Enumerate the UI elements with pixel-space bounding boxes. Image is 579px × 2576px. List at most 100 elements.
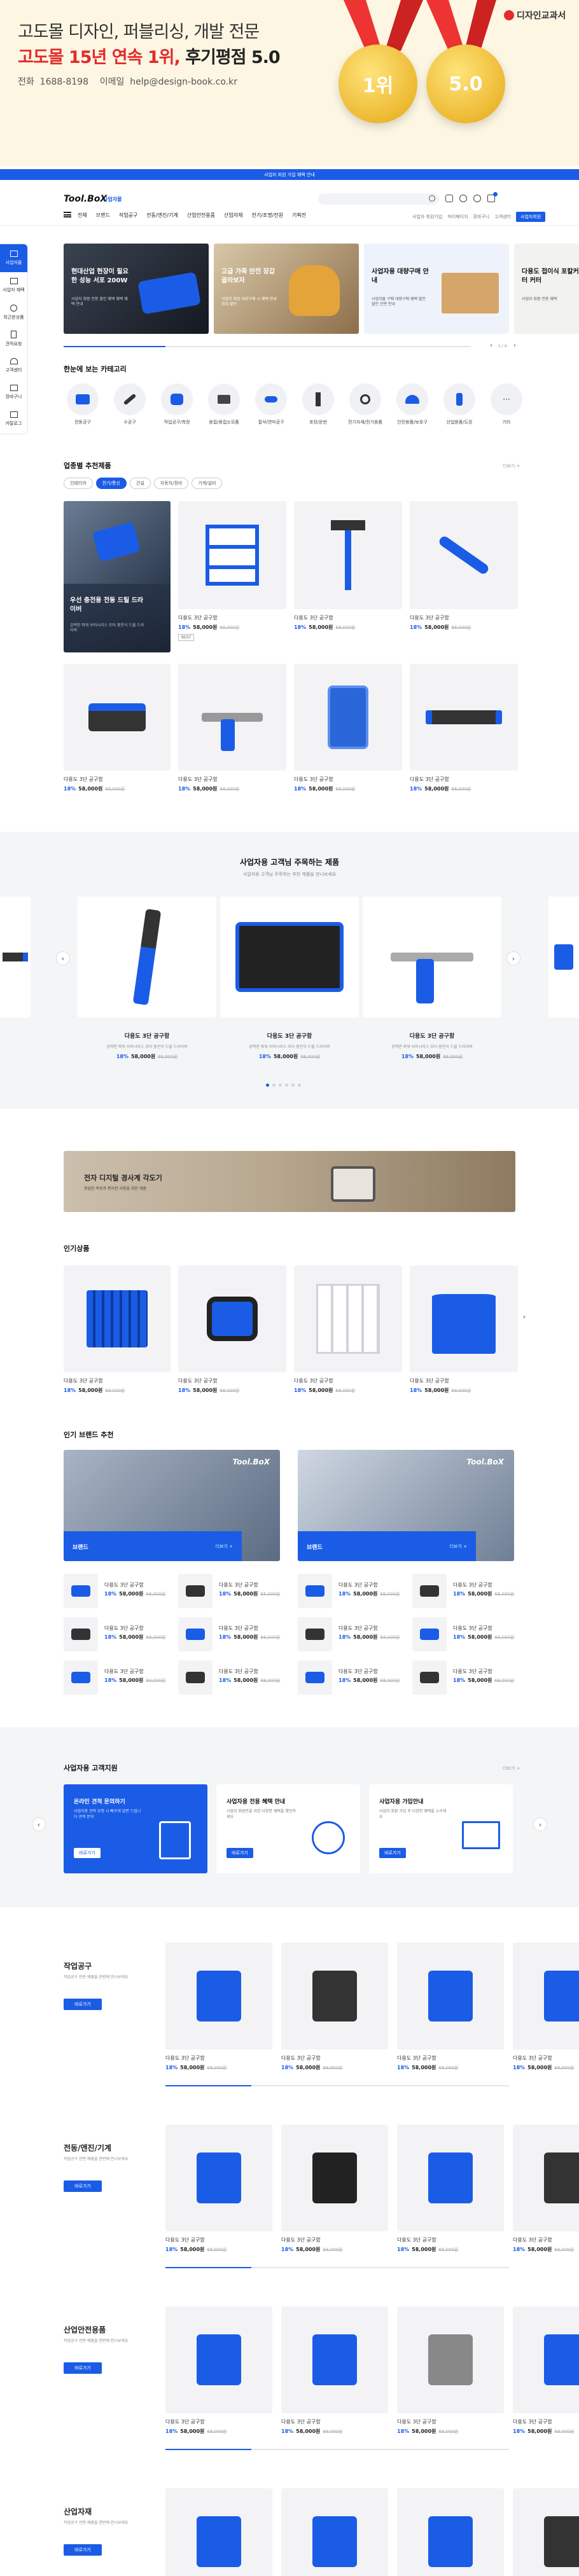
recommend-product-card[interactable]: 다용도 3단 공구함 18% 58,000원 68,000원 [294,501,402,631]
featured-next-button[interactable]: › [506,951,520,965]
brand-product-item[interactable]: 다용도 3단 공구함 18% 58,000원 68,000원 [412,1660,517,1695]
popular-card[interactable]: 다용도 3단 공구함 18% 58,000원 68,000원 [294,1265,402,1394]
nav-item[interactable]: 전동/엔진/기계 [146,212,178,219]
recommend-product-card[interactable]: 다용도 3단 공구함 18% 58,000원 68,000원 [410,501,518,631]
category-product-card[interactable]: 다용도 3단 공구함 18%58,000원68,000원 [165,2125,272,2253]
hero-slide[interactable]: 고급 가죽 안전 장갑 골라보자 사업자 회원 대량구매 시 혜택 안내 최대 … [214,244,359,334]
category-product-card[interactable]: 다용도 3단 공구함 18%58,000원68,000원 [165,2488,272,2576]
recommend-banner[interactable]: 우선 충전용 전동 드릴 드라이버 강력한 파워 브러시리스 모터 충전식 드릴… [64,501,171,652]
search-input[interactable] [318,193,439,205]
featured-prev-button[interactable]: ‹ [56,951,70,965]
sidebar-item-cart[interactable]: 장바구니 [0,379,27,406]
category-product-card[interactable]: 다용도 3단 공구함 18%58,000원68,000원 [397,2488,504,2576]
sidebar-item-mall[interactable]: 사업자몰 [0,244,27,272]
category-section-button[interactable]: 바로가기 [64,2544,102,2556]
category-product-card[interactable]: 다용도 3단 공구함 18%58,000원68,000원 [397,2306,504,2435]
category-item[interactable]: 전동공구 [61,383,104,425]
brand-product-item[interactable]: 다용도 3단 공구함 18% 58,000원 68,000원 [412,1617,517,1651]
category-product-card[interactable]: 다용도 3단 공구함 18%58,000원68,000원 [281,2488,388,2576]
brand-product-item[interactable]: 다용도 3단 공구함 18% 58,000원 68,000원 [298,1660,403,1695]
tab-industry[interactable]: 자동차/정비 [153,478,189,489]
category-product-card[interactable]: 다용도 3단 공구함 18%58,000원68,000원 [397,1943,504,2071]
hero-slide[interactable]: 다용도 접이식 포칼커터 커터 사업자 회원 전용 혜택 [514,244,579,334]
featured-card[interactable]: 다용도 3단 공구함 강력한 파워 브러시리스 모터 충전식 드릴 드라이버 1… [78,897,216,1060]
brand-card[interactable]: Tool.BoX 브랜드 더보기 + [298,1450,514,1561]
sidebar-item-cs[interactable]: 고객센터 [0,352,27,379]
recommend-product-card[interactable]: 다용도 3단 공구함 18% 58,000원 68,000원 [178,664,286,792]
category-item[interactable]: 전기자재/전기용품 [344,383,387,425]
recommend-product-card[interactable]: 다용도 3단 공구함 18% 58,000원 68,000원 [294,664,402,792]
category-item[interactable]: 절삭/연마공구 [249,383,293,425]
tab-industry[interactable]: 건설 [129,478,151,489]
category-product-card[interactable]: 다용도 3단 공구함 18%58,000원68,000원 [281,2125,388,2253]
nav-item[interactable]: 전체 [78,212,87,219]
util-link[interactable]: 사업자 회원가입 [412,214,442,220]
nav-item[interactable]: 산업안전용품 [187,212,215,219]
tab-industry[interactable]: 기계/설비 [192,478,223,489]
slider-dot[interactable] [279,1084,282,1087]
tab-industry[interactable]: 인테리어 [64,478,93,489]
brand-product-item[interactable]: 다용도 3단 공구함 18% 58,000원 68,000원 [64,1574,169,1608]
wide-banner[interactable]: 전자 디지털 경사계 각도기 정밀한 측정과 편리한 사용을 위한 제품 [64,1151,515,1212]
category-item[interactable]: 산업용품/도장 [438,383,481,425]
popular-card[interactable]: 다용도 3단 공구함 18% 58,000원 68,000원 [64,1265,171,1394]
brand-card[interactable]: Tool.BoX 브랜드 더보기 + [64,1450,280,1561]
category-product-card[interactable]: 다용도 3단 공구함 18%58,000원68,000원 [513,2125,579,2253]
slider-dot[interactable] [291,1084,295,1087]
nav-item[interactable]: 전기/조명/전원 [251,212,283,219]
support-card-signup[interactable]: 사업자용 가입안내 사업자 회원 가입 후 다양한 혜택을 누리세요 바로가기 [369,1784,513,1873]
user-icon[interactable] [473,195,481,202]
sidebar-item-benefit[interactable]: 사업자 혜택 [0,272,27,299]
category-item[interactable]: 작업공구/측정 [155,383,199,425]
support-card-button[interactable]: 바로가기 [227,1848,253,1858]
brand-product-item[interactable]: 다용도 3단 공구함 18% 58,000원 68,000원 [64,1660,169,1695]
brand-more-link[interactable]: 더보기 + [450,1543,467,1550]
sidebar-item-quote[interactable]: 견적요청 [0,326,27,352]
nav-menu-icon[interactable] [64,212,71,217]
brand-product-item[interactable]: 다용도 3단 공구함 18% 58,000원 68,000원 [298,1617,403,1651]
brand-product-item[interactable]: 다용도 3단 공구함 18% 58,000원 68,000원 [178,1574,283,1608]
featured-card[interactable]: 다용도 3단 공구함 강력한 파워 브러시리스 모터 충전식 드릴 드라이버 1… [220,897,359,1060]
brand-product-item[interactable]: 다용도 3단 공구함 18% 58,000원 68,000원 [178,1617,283,1651]
site-logo[interactable]: Tool.BoX [64,194,107,204]
category-product-card[interactable]: 다용도 3단 공구함 18%58,000원68,000원 [513,2488,579,2576]
hero-slide[interactable]: 사업자용 대량구매 안내 사업자몰 구매 대량구매 혜택 할인 할인 관련 안내 [364,244,509,334]
featured-card[interactable]: 다용도 3단 공구함 강력한 파워 브러시리스 모터 충전식 드릴 드라이버 1… [363,897,501,1060]
sidebar-item-recent[interactable]: 최근본상품 [0,299,27,326]
slider-dot[interactable] [272,1084,276,1087]
hero-next-icon[interactable]: › [513,342,516,349]
search-icon[interactable] [429,195,435,202]
brand-more-link[interactable]: 더보기 + [216,1543,233,1550]
hero-prev-icon[interactable]: ‹ [490,342,492,349]
top-notice-bar[interactable]: 사업자 회원 가입 혜택 안내 [0,169,579,180]
category-item[interactable]: 용접/용접소모품 [202,383,246,425]
recommend-product-card[interactable]: 다용도 3단 공구함 18% 58,000원 68,000원 [410,664,518,792]
support-card-button[interactable]: 바로가기 [74,1848,101,1858]
brand-product-item[interactable]: 다용도 3단 공구함 18% 58,000원 68,000원 [298,1574,403,1608]
util-link[interactable]: 장바구니 [473,214,490,220]
hero-slide[interactable]: 현대산업 현장이 필요한 성능 서포 200W 사업자 회원 전용 할인 혜택 … [64,244,209,334]
nav-item[interactable]: 산업자재 [224,212,242,219]
category-item[interactable]: 포장/운반 [296,383,340,425]
category-section-button[interactable]: 바로가기 [64,2180,102,2192]
category-product-card[interactable]: 다용도 3단 공구함 18%58,000원68,000원 [165,2306,272,2435]
support-card-button[interactable]: 바로가기 [379,1848,406,1858]
tab-industry[interactable]: 전기/통신 [95,478,127,489]
support-next-button[interactable]: › [533,1817,547,1831]
category-product-card[interactable]: 다용도 3단 공구함 18%58,000원68,000원 [513,1943,579,2071]
recommend-product-card[interactable]: 다용도 3단 공구함 18% 58,000원 68,000원 BEST [178,501,286,641]
support-prev-button[interactable]: ‹ [32,1817,46,1831]
category-product-card[interactable]: 다용도 3단 공구함 18%58,000원68,000원 [281,1943,388,2071]
recommend-product-card[interactable]: 다용도 3단 공구함 18% 58,000원 68,000원 [64,664,171,792]
support-more-link[interactable]: 더보기 + [503,1765,520,1772]
category-section-button[interactable]: 바로가기 [64,2362,102,2374]
category-item[interactable]: 안전용품/보호구 [391,383,434,425]
support-card-quote[interactable]: 온라인 견적 문의하기 사업자용 견적 요청 시 빠르게 답변 드립니다 견적 … [64,1784,207,1873]
category-product-card[interactable]: 다용도 3단 공구함 18%58,000원68,000원 [281,2306,388,2435]
category-section-button[interactable]: 바로가기 [64,1999,102,2010]
recommend-more-link[interactable]: 더보기 + [503,463,520,469]
util-link[interactable]: 고객센터 [494,214,511,220]
category-product-card[interactable]: 다용도 3단 공구함 18%58,000원68,000원 [397,2125,504,2253]
support-card-benefit[interactable]: 사업자용 전용 혜택 안내 사업자 회원만을 위한 다양한 혜택을 확인하세요 … [216,1784,360,1873]
cart-icon[interactable] [487,192,498,202]
